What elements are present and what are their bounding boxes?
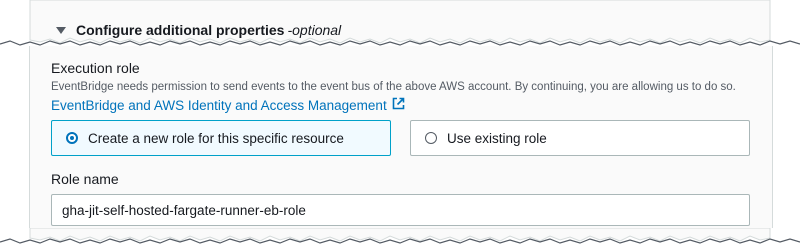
iam-docs-link[interactable]: EventBridge and AWS Identity and Access …: [51, 97, 405, 113]
option-use-existing-role[interactable]: Use existing role: [410, 120, 750, 156]
torn-edge-bottom: [0, 228, 800, 244]
optional-label: -optional: [287, 22, 342, 38]
torn-top-panel: Configure additional properties -optiona…: [0, 0, 800, 46]
section-title: Configure additional properties: [76, 22, 285, 38]
role-name-input[interactable]: [51, 194, 750, 226]
external-link-icon[interactable]: [392, 97, 405, 113]
iam-docs-link-text[interactable]: EventBridge and AWS Identity and Access …: [51, 98, 387, 113]
option-create-new-role[interactable]: Create a new role for this specific reso…: [51, 120, 391, 156]
section-header[interactable]: Configure additional properties -optiona…: [56, 22, 341, 38]
radio-unselected-icon[interactable]: [425, 132, 437, 144]
option-use-existing-role-label: Use existing role: [447, 130, 547, 146]
execution-role-description: EventBridge needs permission to send eve…: [51, 81, 736, 93]
caret-down-icon[interactable]: [56, 26, 66, 34]
role-name-label: Role name: [51, 171, 119, 187]
option-create-new-role-label: Create a new role for this specific reso…: [88, 130, 344, 146]
torn-bottom-edge: [0, 228, 800, 247]
execution-role-label: Execution role: [51, 60, 140, 76]
radio-selected-icon[interactable]: [66, 132, 78, 144]
